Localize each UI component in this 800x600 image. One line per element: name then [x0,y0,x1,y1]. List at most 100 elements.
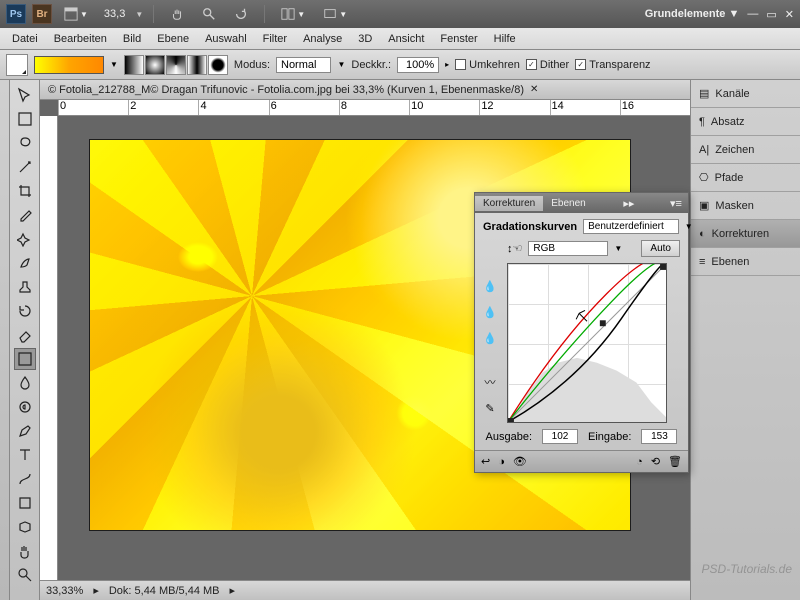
menu-hilfe[interactable]: Hilfe [486,30,524,48]
workspace-switcher[interactable]: Grundelemente ▼ [645,8,740,20]
collapse-strip-left[interactable] [0,80,10,600]
panel-ebenen[interactable]: ≡Ebenen [691,248,800,276]
zoom-tool-icon[interactable] [196,5,222,23]
dodge-tool[interactable] [14,396,36,418]
move-tool[interactable] [14,84,36,106]
gradient-radial[interactable] [145,55,165,75]
blur-tool[interactable] [14,372,36,394]
ebenen-icon: ≡ [699,256,705,268]
lasso-tool[interactable] [14,132,36,154]
menu-filter[interactable]: Filter [255,30,295,48]
eraser-tool[interactable] [14,324,36,346]
brush-tool[interactable] [14,252,36,274]
dither-checkbox[interactable]: ✓Dither [526,59,569,71]
channel-select[interactable]: RGB [528,241,608,256]
opacity-input[interactable]: 100% [397,57,439,73]
panel-collapse-icon[interactable]: ▸▸ [617,197,640,210]
zoom-tool[interactable] [14,564,36,586]
menu-ebene[interactable]: Ebene [149,30,197,48]
reverse-checkbox[interactable]: Umkehren [455,59,520,71]
panel-korrekturen[interactable]: ◐Korrekturen [691,220,800,248]
wand-tool[interactable] [14,156,36,178]
path-tool[interactable] [14,468,36,490]
transparency-checkbox[interactable]: ✓Transparenz [575,59,650,71]
gradient-linear[interactable] [124,55,144,75]
finger-tool-icon[interactable]: ↕☜ [507,242,522,255]
menu-analyse[interactable]: Analyse [295,30,350,48]
curves-panel: Korrekturen Ebenen ▸▸ ▾≡ Gradationskurve… [474,192,689,473]
input-input[interactable] [641,429,677,444]
eyedropper-black-icon[interactable]: 💧 [481,277,499,295]
panel-masken[interactable]: ▣Masken [691,192,800,220]
zoom-label: 33,3 [100,8,129,20]
menu-fenster[interactable]: Fenster [432,30,485,48]
menu-bild[interactable]: Bild [115,30,149,48]
hand-tool-icon[interactable] [164,5,190,23]
menu-3d[interactable]: 3D [350,30,380,48]
curve-smooth-icon[interactable]: 〰 [481,373,499,391]
layout-dropdown[interactable]: ▼ [58,5,94,23]
auto-button[interactable]: Auto [641,240,680,257]
history-tool[interactable] [14,300,36,322]
minimize-icon[interactable]: — [747,8,758,20]
stamp-tool[interactable] [14,276,36,298]
menu-bearbeiten[interactable]: Bearbeiten [46,30,115,48]
eyedropper-gray-icon[interactable]: 💧 [481,303,499,321]
gradient-tool[interactable] [14,348,36,370]
3d-tool[interactable] [14,516,36,538]
output-label: Ausgabe: [486,431,532,443]
curve-pencil-icon[interactable]: ✎ [481,399,499,417]
type-tool[interactable] [14,444,36,466]
gradient-reflected[interactable] [187,55,207,75]
close-icon[interactable]: ✕ [785,8,794,21]
korrekturen-icon: ◐ [699,228,706,240]
panel-menu-icon[interactable]: ▾≡ [664,197,688,210]
healing-tool[interactable] [14,228,36,250]
gradient-diamond[interactable] [208,55,228,75]
bridge-icon[interactable]: Br [32,4,52,24]
panel-pfade[interactable]: ⎔Pfade [691,164,800,192]
modus-label: Modus: [234,59,270,71]
maximize-icon[interactable]: ▭ [766,8,776,21]
toggle-visibility-icon[interactable]: ◑ [498,456,505,468]
kanäle-icon: ▤ [699,87,709,100]
ruler-vertical [40,116,58,580]
rotate-tool-icon[interactable] [228,5,254,23]
shape-tool[interactable] [14,492,36,514]
tab-ebenen[interactable]: Ebenen [543,196,593,211]
gradient-angle[interactable] [166,55,186,75]
screen-mode-dropdown[interactable]: ▼ [317,5,353,23]
tool-preset[interactable] [6,54,28,76]
panel-kanäle[interactable]: ▤Kanäle [691,80,800,108]
arrange-dropdown[interactable]: ▼ [275,5,311,23]
menu-auswahl[interactable]: Auswahl [197,30,255,48]
photoshop-icon[interactable]: Ps [6,4,26,24]
curves-preset-select[interactable]: Benutzerdefiniert [583,219,679,234]
crop-tool[interactable] [14,180,36,202]
reset-icon[interactable]: ⟲ [651,455,660,468]
masken-icon: ▣ [699,199,709,212]
document-tab[interactable]: © Fotolia_212788_M© Dragan Trifunovic - … [48,84,524,96]
marquee-tool[interactable] [14,108,36,130]
curves-graph[interactable] [507,263,667,423]
hand-tool[interactable] [14,540,36,562]
return-icon[interactable]: ↩ [481,455,490,468]
zeichen-icon: A| [699,144,709,156]
trash-icon[interactable]: 🗑 [668,455,682,468]
gradient-swatch[interactable] [34,56,104,74]
tab-korrekturen[interactable]: Korrekturen [475,196,543,211]
eyedropper-white-icon[interactable]: 💧 [481,329,499,347]
tab-close-icon[interactable]: ✕ [530,84,538,95]
output-input[interactable] [542,429,578,444]
view-previous-icon[interactable]: 👁 [513,455,527,468]
status-zoom[interactable]: 33,33% [46,585,83,597]
blend-mode-select[interactable]: Normal [276,57,331,73]
menu-ansicht[interactable]: Ansicht [380,30,432,48]
panel-absatz[interactable]: ¶Absatz [691,108,800,136]
menu-datei[interactable]: Datei [4,30,46,48]
pen-tool[interactable] [14,420,36,442]
input-label: Eingabe: [588,431,631,443]
eyedropper-tool[interactable] [14,204,36,226]
clip-icon[interactable]: ◔ [636,456,643,468]
panel-zeichen[interactable]: A|Zeichen [691,136,800,164]
